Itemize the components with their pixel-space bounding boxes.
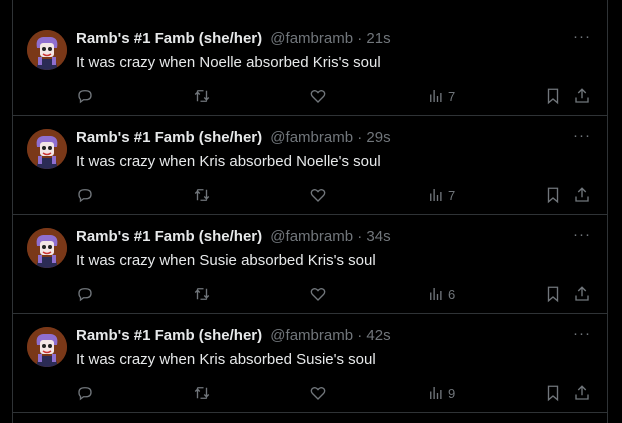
tweet[interactable]: Ramb's #1 Famb (she/her) @fambramb · 34s…	[13, 214, 607, 314]
heart-icon	[310, 89, 326, 103]
timestamp[interactable]: 34s	[366, 228, 390, 245]
tweet-header: Ramb's #1 Famb (she/her) @fambramb · 29s	[76, 129, 391, 147]
username[interactable]: @fambramb	[270, 327, 353, 344]
username[interactable]: @fambramb	[270, 129, 353, 146]
reply-icon	[78, 189, 92, 203]
username[interactable]: @fambramb	[270, 30, 353, 47]
tweet-text: It was crazy when Kris absorbed Susie's …	[76, 351, 376, 368]
avatar[interactable]	[27, 228, 67, 268]
bookmark-button[interactable]	[544, 382, 562, 404]
retweet-button[interactable]	[193, 85, 211, 107]
share-button[interactable]	[573, 184, 591, 206]
tweet[interactable]: Ramb's #1 Famb (she/her) @fambramb · 21s…	[13, 16, 607, 116]
retweet-icon	[194, 189, 210, 201]
views-icon	[430, 189, 442, 201]
like-button[interactable]	[309, 283, 327, 305]
share-icon	[575, 187, 589, 202]
timestamp[interactable]: 29s	[366, 129, 390, 146]
separator: ·	[357, 30, 363, 47]
share-icon	[575, 385, 589, 400]
reply-button[interactable]	[76, 382, 94, 404]
views-count: 9	[448, 385, 456, 401]
avatar[interactable]	[27, 129, 67, 169]
retweet-icon	[194, 387, 210, 399]
username[interactable]: @fambramb	[270, 228, 353, 245]
views-icon	[430, 288, 442, 300]
views-icon	[430, 90, 442, 102]
tweet-text: It was crazy when Kris absorbed Noelle's…	[76, 153, 381, 170]
bookmark-button[interactable]	[544, 184, 562, 206]
tweet-text: It was crazy when Susie absorbed Kris's …	[76, 252, 376, 269]
tweet-header: Ramb's #1 Famb (she/her) @fambramb · 21s	[76, 30, 391, 48]
views-button[interactable]: 7	[427, 85, 455, 107]
retweet-icon	[194, 90, 210, 102]
display-name[interactable]: Ramb's #1 Famb (she/her)	[76, 327, 262, 344]
bookmark-icon	[547, 88, 559, 105]
retweet-button[interactable]	[193, 283, 211, 305]
display-name[interactable]: Ramb's #1 Famb (she/her)	[76, 30, 262, 47]
bookmark-icon	[547, 286, 559, 303]
heart-icon	[310, 287, 326, 301]
heart-icon	[310, 188, 326, 202]
retweet-button[interactable]	[193, 382, 211, 404]
like-button[interactable]	[309, 85, 327, 107]
separator: ·	[357, 129, 363, 146]
like-button[interactable]	[309, 184, 327, 206]
bookmark-button[interactable]	[544, 283, 562, 305]
tweet-header: Ramb's #1 Famb (she/her) @fambramb · 34s	[76, 228, 391, 246]
separator: ·	[357, 228, 363, 245]
separator: ·	[357, 327, 363, 344]
views-button[interactable]: 7	[427, 184, 455, 206]
tweet-text: It was crazy when Noelle absorbed Kris's…	[76, 54, 381, 71]
avatar[interactable]	[27, 30, 67, 70]
reply-button[interactable]	[76, 184, 94, 206]
share-icon	[575, 286, 589, 301]
reply-icon	[78, 288, 92, 302]
avatar[interactable]	[27, 327, 67, 367]
timeline: Ramb's #1 Famb (she/her) @fambramb · 21s…	[12, 0, 608, 423]
reply-button[interactable]	[76, 283, 94, 305]
reply-icon	[78, 387, 92, 401]
views-count: 6	[448, 286, 456, 302]
more-icon[interactable]: ···	[573, 28, 591, 45]
share-button[interactable]	[573, 283, 591, 305]
more-icon[interactable]: ···	[573, 325, 591, 342]
tweet[interactable]: Ramb's #1 Famb (she/her) @fambramb · 42s…	[13, 313, 607, 413]
retweet-button[interactable]	[193, 184, 211, 206]
reply-button[interactable]	[76, 85, 94, 107]
display-name[interactable]: Ramb's #1 Famb (she/her)	[76, 129, 262, 146]
more-icon[interactable]: ···	[573, 226, 591, 243]
views-count: 7	[448, 88, 456, 104]
bookmark-button[interactable]	[544, 85, 562, 107]
share-icon	[575, 88, 589, 103]
share-button[interactable]	[573, 85, 591, 107]
views-button[interactable]: 6	[427, 283, 455, 305]
bookmark-icon	[547, 187, 559, 204]
tweet[interactable]: Ramb's #1 Famb (she/her) @fambramb · 29s…	[13, 115, 607, 215]
reply-icon	[78, 90, 92, 104]
display-name[interactable]: Ramb's #1 Famb (she/her)	[76, 228, 262, 245]
views-button[interactable]: 9	[427, 382, 455, 404]
timestamp[interactable]: 42s	[366, 327, 390, 344]
timestamp[interactable]: 21s	[366, 30, 390, 47]
share-button[interactable]	[573, 382, 591, 404]
views-count: 7	[448, 187, 456, 203]
heart-icon	[310, 386, 326, 400]
tweet-header: Ramb's #1 Famb (she/her) @fambramb · 42s	[76, 327, 391, 345]
bookmark-icon	[547, 385, 559, 402]
views-icon	[430, 387, 442, 399]
retweet-icon	[194, 288, 210, 300]
more-icon[interactable]: ···	[573, 127, 591, 144]
like-button[interactable]	[309, 382, 327, 404]
